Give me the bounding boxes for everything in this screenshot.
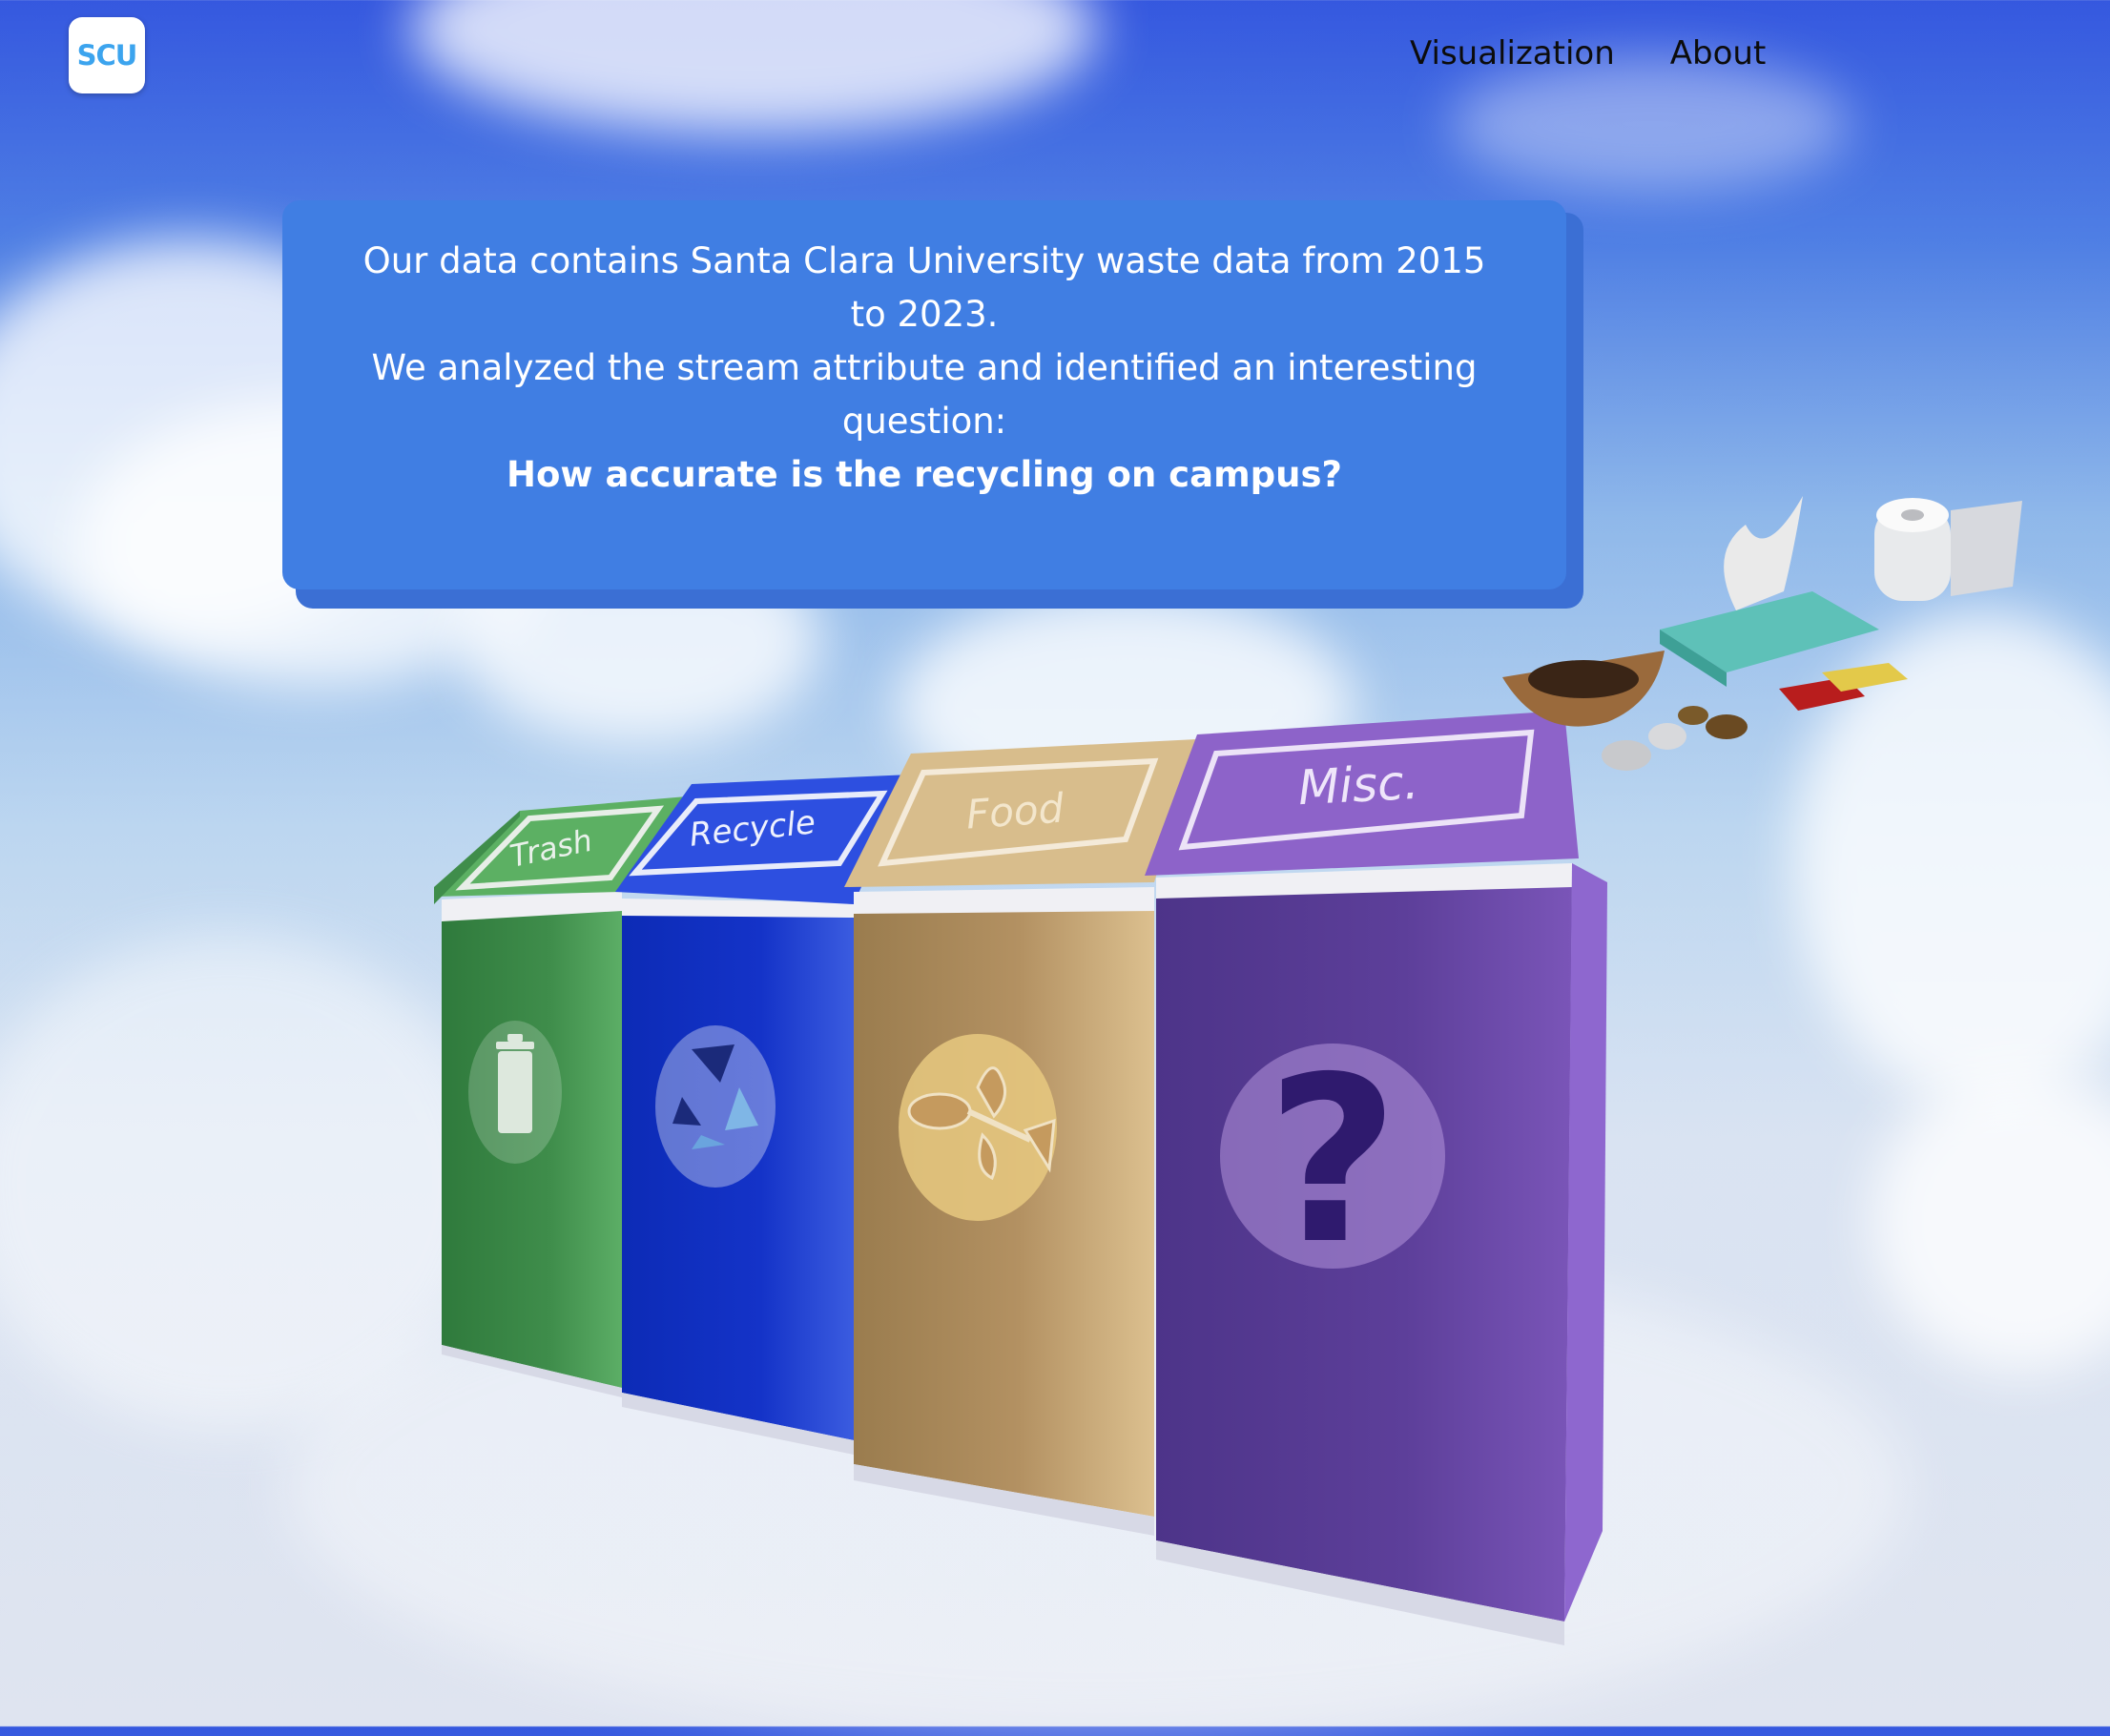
- question-mark-icon: ?: [1266, 1027, 1398, 1294]
- toilet-paper-icon: [1874, 498, 2022, 601]
- misc-bin: Misc. ?: [1145, 711, 1607, 1645]
- eggshell-icon: [1602, 723, 1686, 771]
- recycling-bins-scene: Trash Recycle Food Misc. ?: [434, 496, 2022, 1645]
- svg-text:?: ?: [1266, 1027, 1398, 1294]
- nuts-icon: [1678, 706, 1748, 739]
- tissue-box-icon: [1660, 496, 1879, 687]
- misc-label: Misc.: [1296, 754, 1419, 816]
- floating-waste-items: [1502, 496, 2022, 771]
- condiment-packets-icon: [1779, 663, 1908, 711]
- food-label: Food: [964, 785, 1065, 838]
- trash-can-icon: [496, 1034, 534, 1133]
- food-bin: Food: [844, 739, 1197, 1536]
